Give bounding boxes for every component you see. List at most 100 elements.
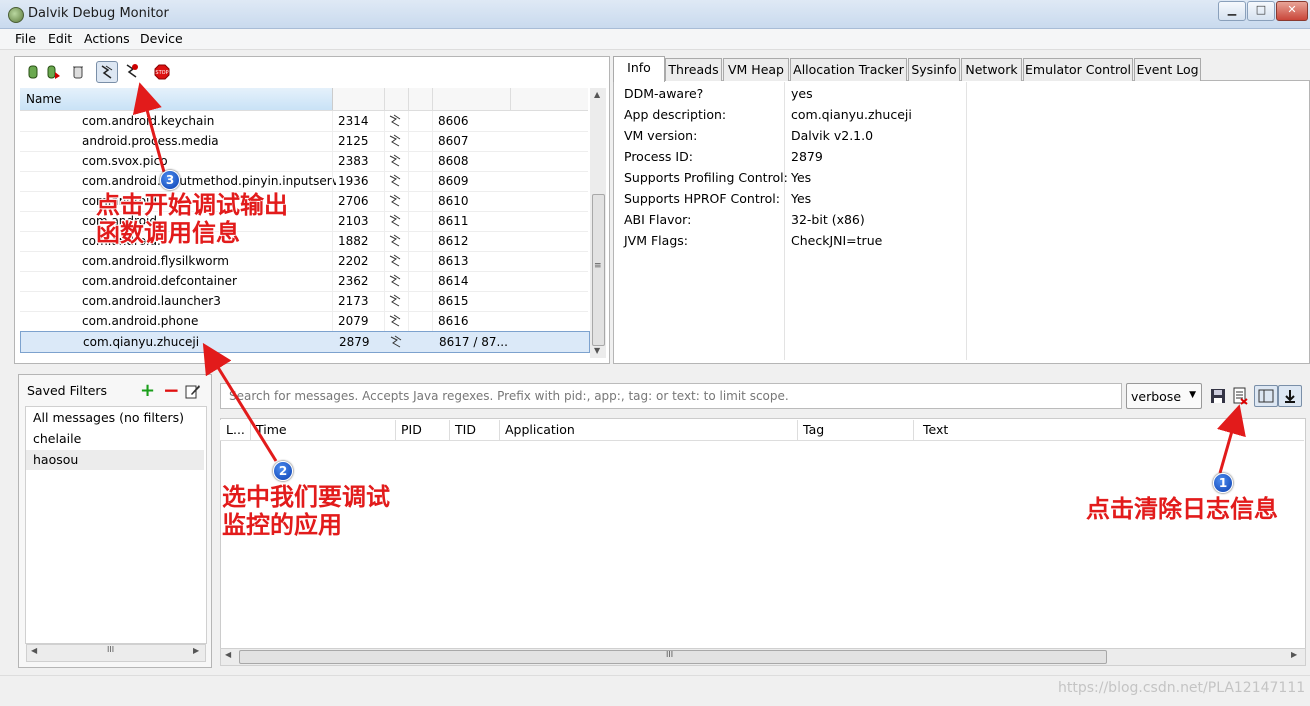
info-value: CheckJNI=true xyxy=(791,233,883,248)
device-row[interactable]: com.android.launcher3 2173 8615 xyxy=(20,291,588,312)
toggle-filters-button[interactable] xyxy=(1254,385,1278,407)
scroll-right-arrow[interactable]: ▶ xyxy=(193,646,199,655)
filter-item-all[interactable]: All messages (no filters) xyxy=(33,410,184,425)
device-row[interactable]: com.android.defcontainer 2362 8614 xyxy=(20,271,588,292)
log-level-select[interactable]: verbose ▼ xyxy=(1126,383,1202,409)
tab-network[interactable]: Network xyxy=(961,58,1022,81)
col-application[interactable]: Application xyxy=(505,422,575,437)
maximize-button[interactable]: □ xyxy=(1247,1,1275,21)
update-heap-icon[interactable] xyxy=(45,64,61,80)
scroll-grip: III xyxy=(666,650,674,659)
tab-allocation-tracker[interactable]: Allocation Tracker xyxy=(790,58,907,81)
process-pid: 2383 xyxy=(338,154,369,168)
debug-port: 8611 xyxy=(438,214,469,228)
svg-text:STOP: STOP xyxy=(155,70,168,76)
clear-log-icon[interactable] xyxy=(1232,387,1248,405)
close-button[interactable]: ✕ xyxy=(1276,1,1308,21)
log-hscrollbar[interactable]: ◀ III ▶ xyxy=(220,648,1306,666)
process-pid: 2103 xyxy=(338,214,369,228)
log-level-value: verbose xyxy=(1131,389,1182,404)
thread-icon xyxy=(389,274,401,287)
tab-event-log[interactable]: Event Log xyxy=(1134,58,1201,81)
device-row[interactable]: com.svox.pico 2383 8608 xyxy=(20,151,588,172)
device-row[interactable]: android.process.media 2125 8607 xyxy=(20,131,588,152)
process-pid: 2879 xyxy=(339,335,370,349)
tab-emulator-control[interactable]: Emulator Control xyxy=(1023,58,1133,81)
menu-device[interactable]: Device xyxy=(140,31,183,46)
device-row[interactable]: com.android.phone 2079 8616 xyxy=(20,311,588,332)
scroll-up-arrow[interactable]: ▲ xyxy=(594,90,600,99)
info-key: Process ID: xyxy=(624,149,693,164)
tab-threads[interactable]: Threads xyxy=(665,58,722,81)
menu-edit[interactable]: Edit xyxy=(48,31,72,46)
threads-toggle-button[interactable] xyxy=(96,61,118,83)
process-pid: 1936 xyxy=(338,174,369,188)
tab-vm-heap[interactable]: VM Heap xyxy=(723,58,789,81)
search-placeholder: Search for messages. Accepts Java regexe… xyxy=(229,389,789,403)
debug-port: 8613 xyxy=(438,254,469,268)
debug-port: 8607 xyxy=(438,134,469,148)
scroll-thumb[interactable]: ≡ xyxy=(592,194,605,346)
menu-actions[interactable]: Actions xyxy=(84,31,130,46)
tab-sysinfo[interactable]: Sysinfo xyxy=(908,58,960,81)
col-time[interactable]: Time xyxy=(256,422,287,437)
device-row-selected[interactable]: com.qianyu.zhuceji 2879 8617 / 87... xyxy=(20,331,590,353)
filter-item-selected[interactable]: haosou xyxy=(33,452,78,467)
process-pid: 1882 xyxy=(338,234,369,248)
annotation-3-line1: 点击开始调试输出 xyxy=(96,191,288,219)
process-name: com.android.inputmethod.pinyin.inputserv… xyxy=(82,174,336,188)
scroll-left-arrow[interactable]: ◀ xyxy=(31,646,37,655)
process-name: com.qianyu.zhuceji xyxy=(83,335,200,349)
arrow-down-icon xyxy=(1285,390,1295,403)
debug-port: 8609 xyxy=(438,174,469,188)
col-tag[interactable]: Tag xyxy=(803,422,824,437)
info-key: DDM-aware? xyxy=(624,86,704,101)
thread-icon xyxy=(389,234,401,247)
filter-item[interactable]: chelaile xyxy=(33,431,81,446)
scroll-thumb[interactable]: III xyxy=(239,650,1107,664)
chevron-down-icon: ▼ xyxy=(1189,390,1196,400)
debug-port: 8612 xyxy=(438,234,469,248)
info-value: 32-bit (x86) xyxy=(791,212,865,227)
col-pid[interactable]: PID xyxy=(401,422,422,437)
logcat-search-input[interactable]: Search for messages. Accepts Java regexe… xyxy=(220,383,1122,409)
debug-port: 8608 xyxy=(438,154,469,168)
device-row[interactable]: com.android.keychain 2314 8606 xyxy=(20,111,588,132)
start-method-profiling-icon[interactable] xyxy=(124,63,140,79)
add-filter-button[interactable]: + xyxy=(140,380,155,401)
device-row[interactable]: com.android.flysilkworm 2202 8613 xyxy=(20,251,588,272)
info-value: Yes xyxy=(791,191,812,206)
debug-port: 8617 / 87... xyxy=(439,335,508,349)
tab-info[interactable]: Info xyxy=(613,56,665,82)
scroll-left-arrow[interactable]: ◀ xyxy=(225,650,231,659)
name-column-header[interactable]: Name xyxy=(20,88,333,110)
saved-filters-title: Saved Filters xyxy=(27,383,108,398)
edit-filter-icon[interactable] xyxy=(185,383,201,399)
minimize-button[interactable]: ▁ xyxy=(1218,1,1246,21)
device-row[interactable]: com.android.inputmethod.pinyin.inputserv… xyxy=(20,171,588,192)
filter-hscrollbar[interactable]: ◀ III ▶ xyxy=(26,644,206,662)
info-key: App description: xyxy=(624,107,727,122)
debug-process-icon[interactable] xyxy=(25,64,41,80)
trash-icon[interactable] xyxy=(70,64,86,80)
watermark: https://blog.csdn.net/PLA12147111 xyxy=(1058,680,1306,696)
remove-filter-button[interactable]: − xyxy=(163,378,180,402)
device-scrollbar[interactable]: ▲ ≡ ▼ xyxy=(590,88,606,358)
col-text[interactable]: Text xyxy=(923,422,948,437)
name-header-label: Name xyxy=(26,92,62,106)
process-pid: 2706 xyxy=(338,194,369,208)
scroll-grip: ≡ xyxy=(594,261,602,271)
process-pid: 2079 xyxy=(338,314,369,328)
scroll-right-arrow[interactable]: ▶ xyxy=(1291,650,1297,659)
save-log-icon[interactable] xyxy=(1210,388,1226,404)
thread-icon xyxy=(389,194,401,207)
stop-process-icon[interactable]: STOP xyxy=(154,64,170,80)
scroll-down-arrow[interactable]: ▼ xyxy=(594,346,600,355)
log-table-header: L... Time PID TID Application Tag Text xyxy=(220,420,1304,441)
debug-port: 8606 xyxy=(438,114,469,128)
info-value: 2879 xyxy=(791,149,823,164)
scroll-lock-button[interactable] xyxy=(1278,385,1302,407)
col-tid[interactable]: TID xyxy=(455,422,476,437)
col-level[interactable]: L... xyxy=(226,422,245,437)
menu-file[interactable]: File xyxy=(15,31,36,46)
